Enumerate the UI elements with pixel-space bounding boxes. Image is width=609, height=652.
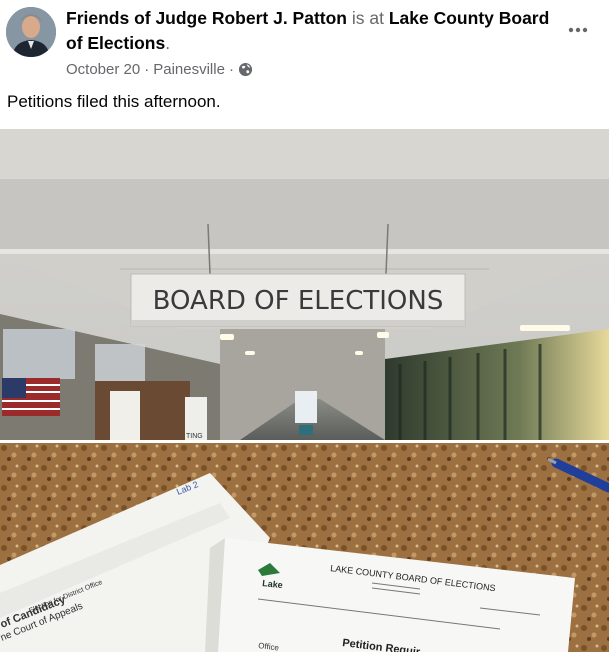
post-body-text: Petitions filed this afternoon. <box>7 92 221 111</box>
post-date-link[interactable]: October 20 <box>66 61 140 78</box>
more-options-icon[interactable] <box>566 18 590 42</box>
globe-icon[interactable] <box>238 62 253 77</box>
board-of-elections-sign: BOARD OF ELECTIONS <box>153 286 444 316</box>
post-headline: Friends of Judge Robert J. Patton is at … <box>66 6 566 56</box>
partial-sign-text: TING <box>186 433 203 440</box>
author-name-link[interactable]: Friends of Judge Robert J. Patton <box>66 8 347 28</box>
author-avatar[interactable] <box>6 7 56 57</box>
post-place-link[interactable]: Painesville <box>153 61 225 78</box>
meta-separator: · <box>144 61 150 78</box>
checkin-connector: is at <box>351 8 384 28</box>
hallway-photo[interactable]: TING BOARD OF ELECTIONS <box>0 129 609 440</box>
lake-logo-text: Lake <box>262 578 283 590</box>
petitions-photo[interactable]: Lab 2 of Candidacy ne Court of Appeals E… <box>0 443 609 652</box>
office-label: Office <box>258 641 280 652</box>
meta-separator-2: · <box>228 61 234 78</box>
post-meta: October 20 · Painesville · <box>66 61 253 78</box>
headline-period: . <box>165 33 171 53</box>
